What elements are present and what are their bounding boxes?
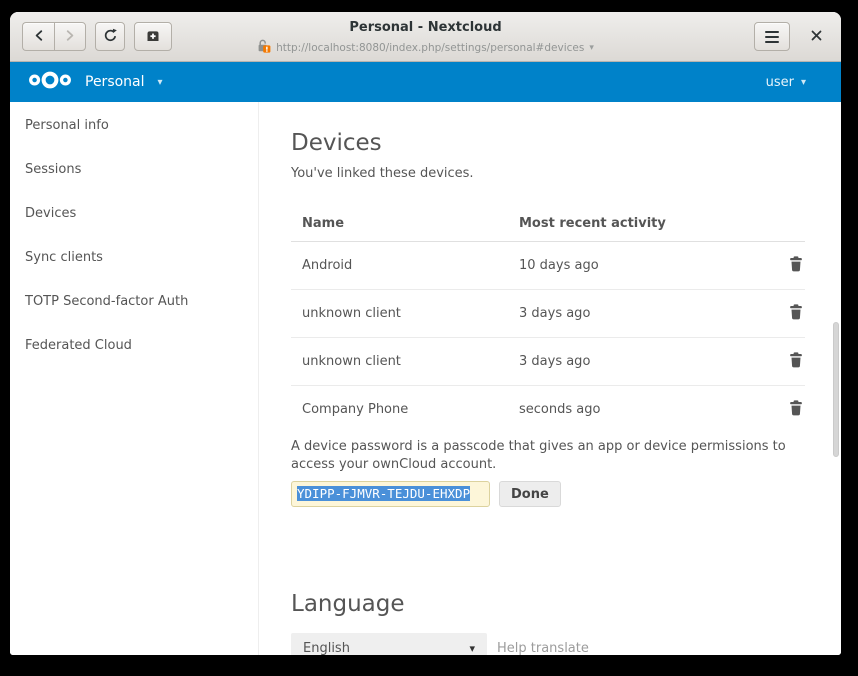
titlebar-title-area: Personal - Nextcloud http://localhost:80… (196, 19, 656, 57)
sidebar-item-totp[interactable]: TOTP Second-factor Auth (10, 280, 258, 324)
reload-icon (103, 28, 118, 46)
delete-device-button[interactable] (787, 398, 805, 418)
url-dropdown-caret-icon: ▾ (589, 43, 594, 53)
device-activity: 3 days ago (508, 290, 755, 338)
forward-button[interactable] (54, 22, 86, 51)
table-row: unknown client 3 days ago (291, 338, 805, 386)
done-button[interactable]: Done (499, 481, 561, 507)
select-caret-icon: ▾ (469, 642, 475, 655)
column-header-name: Name (291, 205, 508, 242)
settings-sidebar: Personal info Sessions Devices Sync clie… (10, 102, 259, 655)
sidebar-item-personal-info[interactable]: Personal info (10, 104, 258, 148)
devices-table-header-row: Name Most recent activity (291, 205, 805, 242)
device-password-row: YDIPP-FJMVR-TEJDU-EHXDP Done (291, 481, 841, 507)
device-name: Android (291, 242, 508, 290)
user-menu-label: user (766, 75, 794, 90)
sidebar-item-sessions[interactable]: Sessions (10, 148, 258, 192)
url-display[interactable]: http://localhost:8080/index.php/settings… (257, 38, 594, 57)
nextcloud-header: Personal ▾ user ▾ (10, 62, 841, 102)
delete-device-button[interactable] (787, 254, 805, 274)
device-password-value: YDIPP-FJMVR-TEJDU-EHXDP (297, 486, 470, 501)
new-tab-button[interactable] (134, 22, 172, 51)
close-icon (811, 29, 822, 44)
sidebar-item-devices[interactable]: Devices (10, 192, 258, 236)
delete-device-button[interactable] (787, 302, 805, 322)
menu-button[interactable] (754, 22, 790, 51)
scrollbar-thumb[interactable] (833, 322, 839, 457)
app-menu-caret-icon: ▾ (158, 77, 163, 88)
reload-button[interactable] (95, 22, 125, 51)
trash-icon (789, 308, 803, 323)
device-password-input[interactable]: YDIPP-FJMVR-TEJDU-EHXDP (291, 481, 490, 507)
sidebar-item-sync-clients[interactable]: Sync clients (10, 236, 258, 280)
settings-content: Devices You've linked these devices. Nam… (259, 102, 841, 655)
settings-page: Personal info Sessions Devices Sync clie… (10, 102, 841, 655)
desktop-background: Personal - Nextcloud http://localhost:80… (0, 0, 858, 676)
devices-subtitle: You've linked these devices. (291, 166, 841, 181)
language-title: Language (291, 591, 841, 618)
device-activity: 3 days ago (508, 338, 755, 386)
trash-icon (789, 356, 803, 371)
language-selected-value: English (303, 641, 350, 656)
window-title: Personal - Nextcloud (349, 19, 501, 36)
insecure-lock-icon (257, 38, 271, 57)
table-row: unknown client 3 days ago (291, 290, 805, 338)
app-menu-label: Personal (85, 74, 145, 90)
browser-window: Personal - Nextcloud http://localhost:80… (10, 12, 841, 655)
device-activity: 10 days ago (508, 242, 755, 290)
device-name: Company Phone (291, 386, 508, 434)
column-header-actions (755, 205, 805, 242)
devices-table: Name Most recent activity Android 10 day… (291, 205, 805, 433)
back-arrow-icon (33, 29, 45, 45)
language-select[interactable]: English ▾ (291, 633, 487, 655)
device-activity: seconds ago (508, 386, 755, 434)
user-menu[interactable]: user ▾ (766, 75, 806, 90)
browser-titlebar: Personal - Nextcloud http://localhost:80… (10, 12, 841, 62)
hamburger-icon (765, 31, 779, 43)
table-row: Android 10 days ago (291, 242, 805, 290)
device-name: unknown client (291, 338, 508, 386)
new-tab-icon (146, 29, 160, 45)
device-name: unknown client (291, 290, 508, 338)
trash-icon (789, 404, 803, 419)
delete-device-button[interactable] (787, 350, 805, 370)
url-text: http://localhost:8080/index.php/settings… (276, 42, 584, 54)
close-window-button[interactable] (803, 22, 829, 51)
help-translate-link[interactable]: Help translate (497, 641, 589, 656)
table-row: Company Phone seconds ago (291, 386, 805, 434)
user-menu-caret-icon: ▾ (801, 77, 806, 88)
back-button[interactable] (22, 22, 54, 51)
sidebar-item-federated-cloud[interactable]: Federated Cloud (10, 324, 258, 368)
device-password-hint: A device password is a passcode that giv… (291, 438, 796, 473)
column-header-activity: Most recent activity (508, 205, 755, 242)
forward-arrow-icon (64, 29, 76, 45)
devices-section: Devices You've linked these devices. Nam… (291, 130, 841, 507)
nextcloud-logo-icon (28, 71, 72, 93)
language-row: English ▾ Help translate (291, 633, 841, 655)
titlebar-right-controls (754, 22, 829, 51)
app-menu[interactable]: Personal ▾ (28, 71, 163, 93)
language-section: Language English ▾ Help translate (291, 591, 841, 655)
devices-title: Devices (291, 130, 841, 157)
trash-icon (789, 260, 803, 275)
nav-button-group (22, 22, 172, 51)
